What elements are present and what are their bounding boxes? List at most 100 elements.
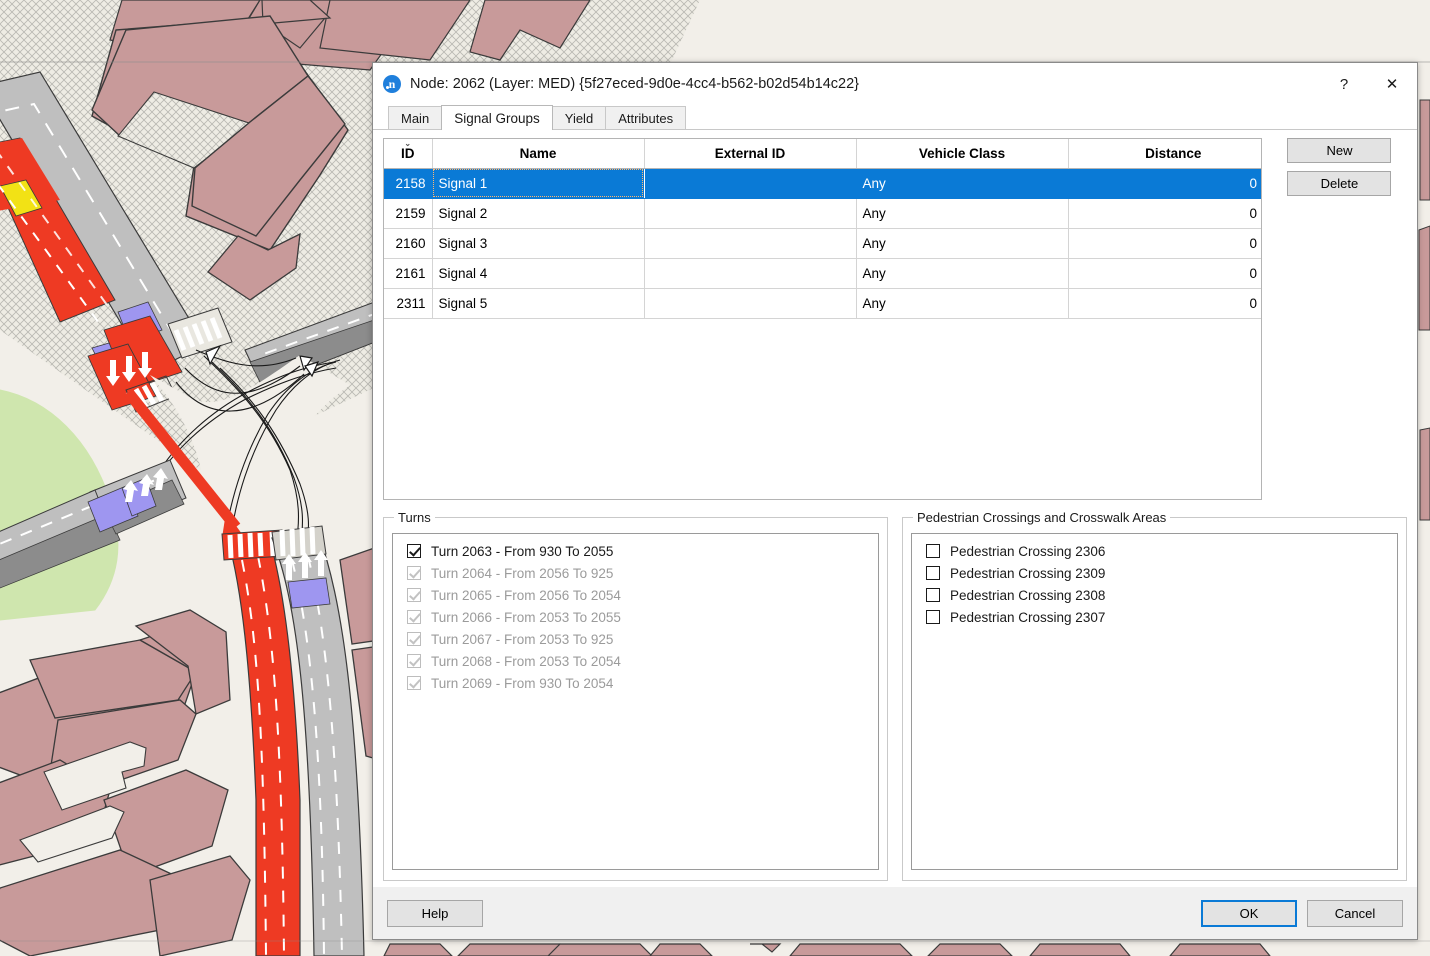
list-item[interactable]: Turn 2063 - From 930 To 2055 bbox=[399, 540, 874, 562]
groups-row: Turns Turn 2063 - From 930 To 2055 Turn … bbox=[383, 510, 1407, 881]
turns-listbox[interactable]: Turn 2063 - From 930 To 2055 Turn 2064 -… bbox=[392, 533, 879, 870]
cell-name[interactable]: Signal 1 bbox=[432, 168, 645, 199]
list-item[interactable]: Pedestrian Crossing 2306 bbox=[918, 540, 1393, 562]
turns-group-legend: Turns bbox=[398, 510, 431, 525]
list-item-label: Pedestrian Crossing 2309 bbox=[950, 565, 1106, 581]
list-item-label: Turn 2069 - From 930 To 2054 bbox=[431, 675, 614, 691]
tab-bar: Main Signal Groups Yield Attributes bbox=[373, 105, 1417, 130]
list-item[interactable]: Pedestrian Crossing 2307 bbox=[918, 606, 1393, 628]
cell-vehicle-class[interactable]: Any bbox=[856, 198, 1069, 229]
cell-distance[interactable]: 0 m bbox=[1068, 168, 1261, 199]
list-item-label: Pedestrian Crossing 2307 bbox=[950, 609, 1106, 625]
cell-id[interactable]: 2160 bbox=[384, 228, 433, 259]
tab-signal-groups[interactable]: Signal Groups bbox=[441, 105, 553, 130]
column-header-id[interactable]: ⌄ ID bbox=[384, 139, 433, 169]
cell-distance[interactable]: 0 m bbox=[1068, 288, 1261, 319]
list-item[interactable]: Turn 2068 - From 2053 To 2054 bbox=[399, 650, 874, 672]
list-item[interactable]: Turn 2066 - From 2053 To 2055 bbox=[399, 606, 874, 628]
cell-name[interactable]: Signal 5 bbox=[432, 288, 645, 319]
list-item[interactable]: Turn 2065 - From 2056 To 2054 bbox=[399, 584, 874, 606]
list-item-label: Turn 2064 - From 2056 To 925 bbox=[431, 565, 614, 581]
footer-right-buttons: OK Cancel bbox=[1201, 899, 1403, 927]
checkbox-icon[interactable] bbox=[926, 588, 940, 602]
table-row[interactable]: 2161 Signal 4 Any 0 m bbox=[384, 258, 1261, 289]
window-controls: ? ✕ bbox=[1321, 63, 1417, 105]
table-row[interactable]: 2311 Signal 5 Any 0 m bbox=[384, 288, 1261, 319]
signal-groups-table: ⌄ ID Name External ID Vehicle Class Dist… bbox=[384, 139, 1261, 319]
checkbox-icon[interactable] bbox=[407, 588, 421, 602]
table-row[interactable]: 2160 Signal 3 Any 0 m bbox=[384, 228, 1261, 259]
cell-vehicle-class[interactable]: Any bbox=[856, 258, 1069, 289]
cell-external-id[interactable] bbox=[644, 288, 857, 319]
cancel-button[interactable]: Cancel bbox=[1307, 899, 1403, 927]
cell-external-id[interactable] bbox=[644, 168, 857, 199]
sort-descending-icon: ⌄ bbox=[404, 139, 412, 148]
turns-group: Turns Turn 2063 - From 930 To 2055 Turn … bbox=[383, 510, 888, 881]
signal-groups-panel: ⌄ ID Name External ID Vehicle Class Dist… bbox=[373, 129, 1417, 887]
checkbox-icon[interactable] bbox=[926, 544, 940, 558]
dialog-title: Node: 2062 (Layer: MED) {5f27eced-9d0e-4… bbox=[410, 76, 860, 92]
column-header-name[interactable]: Name bbox=[432, 139, 645, 169]
table-action-buttons: New Delete bbox=[1262, 138, 1407, 500]
checkbox-icon[interactable] bbox=[407, 566, 421, 580]
column-header-vehicle-class[interactable]: Vehicle Class bbox=[856, 139, 1069, 169]
checkbox-icon[interactable] bbox=[407, 654, 421, 668]
table-header-row: ⌄ ID Name External ID Vehicle Class Dist… bbox=[384, 139, 1261, 169]
cell-external-id[interactable] bbox=[644, 258, 857, 289]
list-item[interactable]: Turn 2067 - From 2053 To 925 bbox=[399, 628, 874, 650]
help-titlebar-button[interactable]: ? bbox=[1321, 63, 1367, 105]
cell-vehicle-class[interactable]: Any bbox=[856, 288, 1069, 319]
checkbox-icon[interactable] bbox=[407, 632, 421, 646]
cell-distance[interactable]: 0 m bbox=[1068, 198, 1261, 229]
tab-main[interactable]: Main bbox=[388, 106, 443, 130]
dialog-titlebar[interactable]: n Node: 2062 (Layer: MED) {5f27eced-9d0e… bbox=[373, 63, 1417, 105]
checkbox-icon[interactable] bbox=[407, 610, 421, 624]
cell-name[interactable]: Signal 3 bbox=[432, 228, 645, 259]
cell-vehicle-class[interactable]: Any bbox=[856, 228, 1069, 259]
cell-external-id[interactable] bbox=[644, 198, 857, 229]
list-item-label: Turn 2068 - From 2053 To 2054 bbox=[431, 653, 621, 669]
dialog-footer: Help OK Cancel bbox=[373, 887, 1417, 939]
table-body: 2158 Signal 1 Any 0 m 2159 Signal 2 Any … bbox=[384, 168, 1261, 319]
delete-button[interactable]: Delete bbox=[1287, 171, 1392, 196]
cell-name[interactable]: Signal 2 bbox=[432, 198, 645, 229]
cell-name[interactable]: Signal 4 bbox=[432, 258, 645, 289]
list-item[interactable]: Turn 2069 - From 930 To 2054 bbox=[399, 672, 874, 694]
cell-vehicle-class[interactable]: Any bbox=[856, 168, 1069, 199]
cell-id[interactable]: 2158 bbox=[384, 168, 433, 199]
table-row[interactable]: 2159 Signal 2 Any 0 m bbox=[384, 198, 1261, 229]
cell-id[interactable]: 2161 bbox=[384, 258, 433, 289]
list-item-label: Pedestrian Crossing 2308 bbox=[950, 587, 1106, 603]
pedestrian-crossings-legend: Pedestrian Crossings and Crosswalk Areas bbox=[917, 510, 1167, 525]
pedestrian-crossings-listbox[interactable]: Pedestrian Crossing 2306 Pedestrian Cros… bbox=[911, 533, 1398, 870]
checkbox-icon[interactable] bbox=[407, 676, 421, 690]
list-item-label: Turn 2063 - From 930 To 2055 bbox=[431, 543, 614, 559]
column-header-distance[interactable]: Distance bbox=[1068, 139, 1261, 169]
column-header-id-label: ID bbox=[401, 145, 415, 161]
column-header-external-id[interactable]: External ID bbox=[644, 139, 857, 169]
close-icon[interactable]: ✕ bbox=[1367, 63, 1417, 105]
help-button[interactable]: Help bbox=[387, 899, 483, 927]
list-item-label: Turn 2066 - From 2053 To 2055 bbox=[431, 609, 621, 625]
cell-distance[interactable]: 0 m bbox=[1068, 258, 1261, 289]
tab-yield[interactable]: Yield bbox=[551, 106, 607, 130]
list-item[interactable]: Pedestrian Crossing 2308 bbox=[918, 584, 1393, 606]
cell-distance[interactable]: 0 m bbox=[1068, 228, 1261, 259]
table-row[interactable]: 2158 Signal 1 Any 0 m bbox=[384, 168, 1261, 199]
cell-id[interactable]: 2159 bbox=[384, 198, 433, 229]
node-properties-dialog: n Node: 2062 (Layer: MED) {5f27eced-9d0e… bbox=[372, 62, 1418, 940]
new-button[interactable]: New bbox=[1287, 138, 1392, 163]
list-item[interactable]: Pedestrian Crossing 2309 bbox=[918, 562, 1393, 584]
signal-groups-table-container[interactable]: ⌄ ID Name External ID Vehicle Class Dist… bbox=[383, 138, 1262, 500]
list-item[interactable]: Turn 2064 - From 2056 To 925 bbox=[399, 562, 874, 584]
checkbox-icon[interactable] bbox=[926, 566, 940, 580]
checkbox-icon[interactable] bbox=[407, 544, 421, 558]
pedestrian-crossings-group: Pedestrian Crossings and Crosswalk Areas… bbox=[902, 510, 1407, 881]
cell-id[interactable]: 2311 bbox=[384, 288, 433, 319]
cell-external-id[interactable] bbox=[644, 228, 857, 259]
list-item-label: Turn 2065 - From 2056 To 2054 bbox=[431, 587, 621, 603]
ok-button[interactable]: OK bbox=[1201, 899, 1297, 927]
tab-attributes[interactable]: Attributes bbox=[605, 106, 687, 130]
checkbox-icon[interactable] bbox=[926, 610, 940, 624]
list-item-label: Pedestrian Crossing 2306 bbox=[950, 543, 1106, 559]
